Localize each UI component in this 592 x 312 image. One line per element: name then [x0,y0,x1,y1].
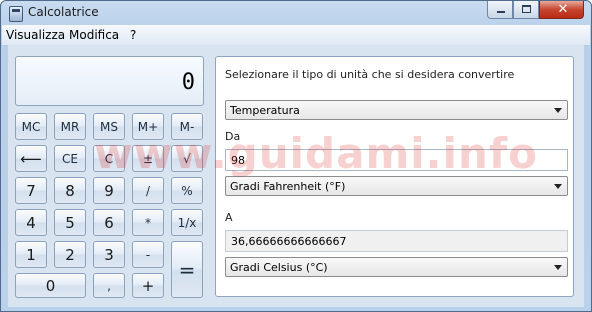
digit-3-button[interactable]: 3 [93,241,125,268]
to-unit-select[interactable]: Gradi Celsius (°C) [225,257,568,277]
menu-modifica[interactable]: Modifica [69,28,119,42]
ms-button[interactable]: MS [93,113,125,140]
calculator-window: Calcolatrice ✕ Visualizza Modifica ? 0 M… [0,0,592,312]
menu-bar: Visualizza Modifica ? [2,25,590,45]
menu-help[interactable]: ? [130,28,136,42]
reciprocal-button[interactable]: 1/x [171,209,203,236]
minimize-icon [497,11,505,13]
digit-2-button[interactable]: 2 [54,241,86,268]
sqrt-button[interactable]: √ [171,145,203,172]
digit-4-button[interactable]: 4 [15,209,47,236]
digit-1-button[interactable]: 1 [15,241,47,268]
from-unit-select[interactable]: Gradi Fahrenheit (°F) [225,176,568,196]
digit-5-button[interactable]: 5 [54,209,86,236]
calculator-body: 0 MC MR MS M+ M- ⟵ CE C ± √ 7 8 9 / % 4 … [8,45,584,307]
dropdown-arrow-icon [554,265,562,270]
mr-button[interactable]: MR [54,113,86,140]
digit-8-button[interactable]: 8 [54,177,86,204]
window-title: Calcolatrice [28,5,99,19]
menu-visualizza[interactable]: Visualizza [6,28,65,42]
dropdown-arrow-icon [554,108,562,113]
decimal-button[interactable]: , [93,273,125,298]
mminus-button[interactable]: M- [171,113,203,140]
mc-button[interactable]: MC [15,113,47,140]
to-value-output: 36,66666666666667 [225,230,568,252]
calculator-app-icon [9,6,23,22]
close-icon: ✕ [557,2,569,17]
unit-type-value: Temperatura [230,104,300,117]
minimize-button[interactable] [487,1,513,19]
from-unit-value: Gradi Fahrenheit (°F) [230,180,346,193]
display-value: 0 [181,70,195,95]
digit-0-button[interactable]: 0 [15,273,86,298]
calculator-display: 0 [15,56,204,106]
equals-button[interactable]: = [171,241,203,298]
backspace-button[interactable]: ⟵ [15,145,47,172]
digit-6-button[interactable]: 6 [93,209,125,236]
title-bar[interactable]: Calcolatrice ✕ [1,1,591,25]
plusminus-button[interactable]: ± [132,145,164,172]
to-value: 36,66666666666667 [231,235,347,248]
digit-7-button[interactable]: 7 [15,177,47,204]
percent-button[interactable]: % [171,177,203,204]
plus-button[interactable]: + [132,273,164,298]
to-label: A [225,211,233,224]
digit-9-button[interactable]: 9 [93,177,125,204]
divide-button[interactable]: / [132,177,164,204]
close-button[interactable]: ✕ [539,1,584,19]
maximize-icon [522,5,531,13]
to-unit-value: Gradi Celsius (°C) [230,261,328,274]
from-label: Da [225,130,241,143]
from-value-input[interactable]: 98 [225,149,568,171]
from-value: 98 [231,154,245,167]
multiply-button[interactable]: * [132,209,164,236]
maximize-button[interactable] [513,1,539,19]
unit-conversion-panel: Selezionare il tipo di unità che si desi… [215,56,574,297]
c-button[interactable]: C [93,145,125,172]
conversion-instruction: Selezionare il tipo di unità che si desi… [225,68,515,81]
ce-button[interactable]: CE [54,145,86,172]
dropdown-arrow-icon [554,184,562,189]
minus-button[interactable]: - [132,241,164,268]
unit-type-select[interactable]: Temperatura [225,100,568,120]
mplus-button[interactable]: M+ [132,113,164,140]
